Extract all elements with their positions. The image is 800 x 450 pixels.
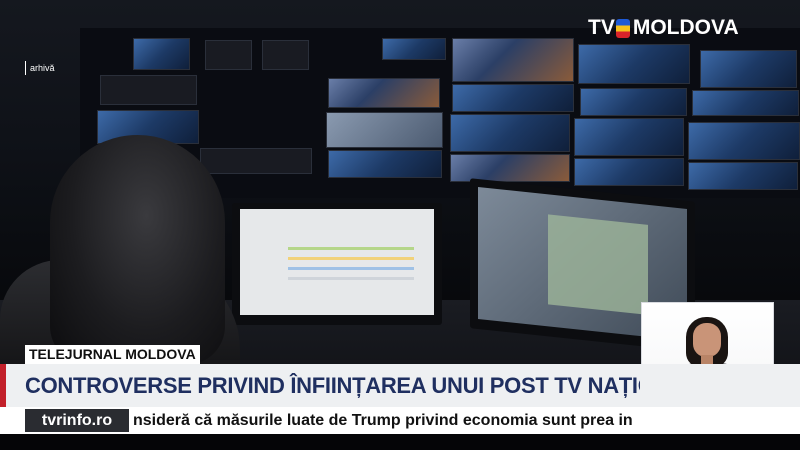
program-label: TELEJURNAL MOLDOVA [25, 345, 200, 364]
bottom-strip [0, 434, 800, 450]
wall-monitor [100, 75, 197, 105]
archive-label: arhivă [25, 61, 55, 75]
wall-monitor [328, 150, 442, 178]
interpreter-face [693, 323, 721, 357]
site-badge: tvrinfo.ro [25, 409, 129, 432]
wall-monitor [450, 114, 570, 152]
screen-row [288, 247, 414, 250]
wall-monitor [262, 40, 309, 70]
wall-monitor [450, 154, 570, 182]
operator-head [50, 135, 225, 365]
screen-row [288, 257, 414, 260]
wall-monitor [692, 90, 799, 116]
wall-monitor [574, 118, 684, 156]
headline-accent [0, 364, 6, 407]
wall-monitor [205, 40, 252, 70]
video-frame: TV MOLDOVA arhivă TELEJURNAL MOLDOVA CON… [0, 0, 800, 450]
wall-monitor [452, 38, 574, 82]
screen-panel [548, 214, 648, 315]
wall-monitor [200, 148, 312, 174]
headline: CONTROVERSE PRIVIND ÎNFIINȚAREA UNUI POS… [25, 373, 640, 398]
news-ticker: nsideră că măsurile luate de Trump privi… [133, 412, 633, 429]
wall-monitor [574, 158, 684, 186]
logo-prefix: TV [588, 16, 615, 39]
operator-screen [232, 203, 442, 325]
wall-monitor [688, 162, 798, 190]
wall-monitor [328, 78, 440, 108]
wall-monitor [700, 50, 797, 88]
wall-monitor [452, 84, 574, 112]
wall-monitor [688, 122, 800, 160]
screen-row [288, 267, 414, 270]
wall-monitor [578, 44, 690, 84]
logo-r-mark [615, 18, 630, 38]
wall-monitor [326, 112, 443, 148]
wall-monitor [133, 38, 190, 70]
wall-monitor [382, 38, 446, 60]
logo-name: MOLDOVA [632, 16, 739, 39]
channel-logo: TV MOLDOVA [588, 16, 739, 40]
screen-row [288, 277, 414, 280]
wall-monitor [580, 88, 687, 116]
